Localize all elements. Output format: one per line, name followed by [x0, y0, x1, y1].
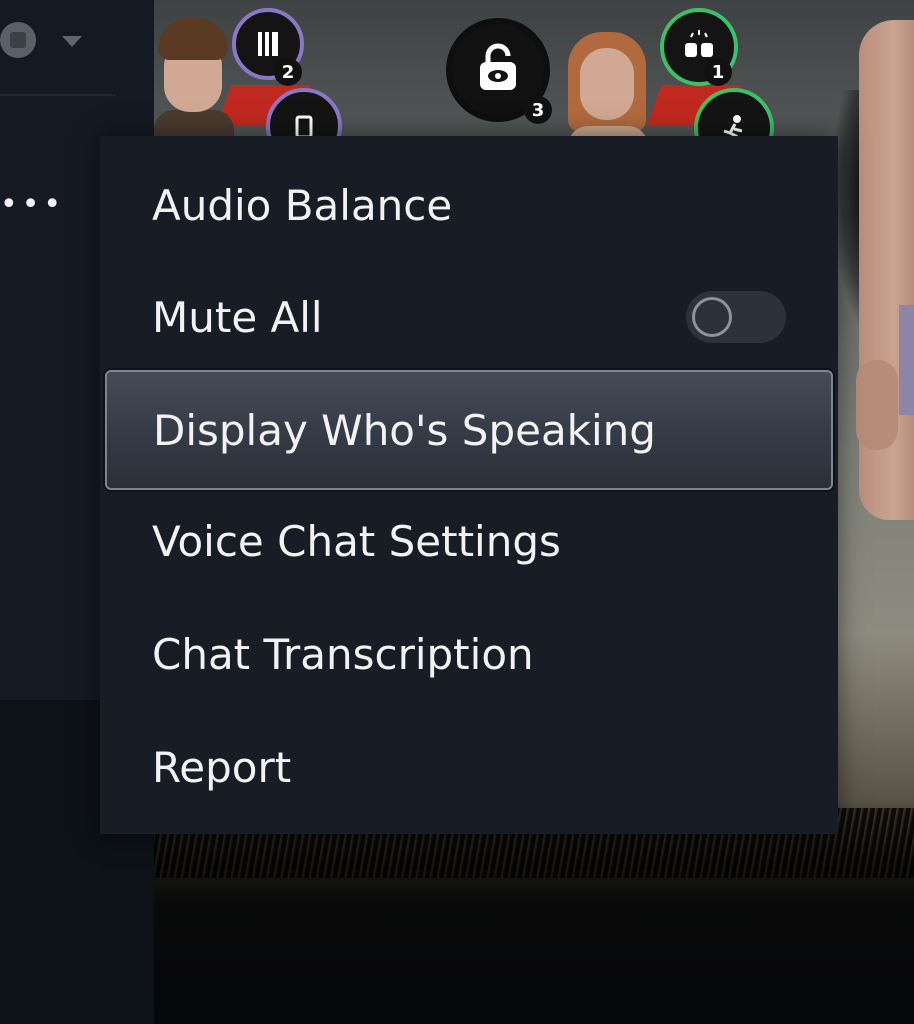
menu-item-chat-transcription[interactable]: Chat Transcription: [104, 593, 834, 715]
toggle-knob: [692, 297, 732, 337]
screen: 2 3 1 ••• Audio Balance Mute All Display…: [0, 0, 914, 1024]
perk-count-badge: 2: [274, 58, 302, 86]
stop-icon[interactable]: [0, 22, 36, 58]
menu-item-audio-balance[interactable]: Audio Balance: [104, 144, 834, 266]
menu-item-label: Report: [152, 742, 292, 792]
divider: [0, 94, 116, 96]
portrait-hair: [158, 18, 228, 60]
chevron-down-icon[interactable]: [62, 36, 82, 47]
portrait-face: [580, 48, 634, 120]
perk-count-badge: 1: [704, 58, 732, 86]
menu-item-display-whos-speaking[interactable]: Display Who's Speaking: [105, 370, 833, 490]
menu-item-mute-all[interactable]: Mute All: [104, 256, 834, 378]
menu-item-report[interactable]: Report: [104, 706, 834, 828]
character-shorts: [899, 305, 914, 415]
more-horizontal-icon[interactable]: •••: [0, 190, 65, 220]
player-portrait: [568, 14, 648, 166]
perk-symbol-icon: [258, 32, 278, 56]
mute-all-toggle[interactable]: [686, 291, 786, 343]
menu-item-label: Display Who's Speaking: [153, 405, 656, 455]
menu-item-label: Voice Chat Settings: [152, 516, 561, 566]
menu-item-label: Mute All: [152, 292, 323, 342]
menu-item-label: Chat Transcription: [152, 629, 534, 679]
menu-item-voice-chat-settings[interactable]: Voice Chat Settings: [104, 480, 834, 602]
menu-item-label: Audio Balance: [152, 180, 453, 230]
player-portrait: [154, 0, 234, 150]
options-menu: Audio Balance Mute All Display Who's Spe…: [100, 136, 838, 834]
character-hand: [856, 360, 898, 450]
perk-count-badge: 3: [524, 96, 552, 124]
lock-eye-icon: [480, 43, 516, 90]
